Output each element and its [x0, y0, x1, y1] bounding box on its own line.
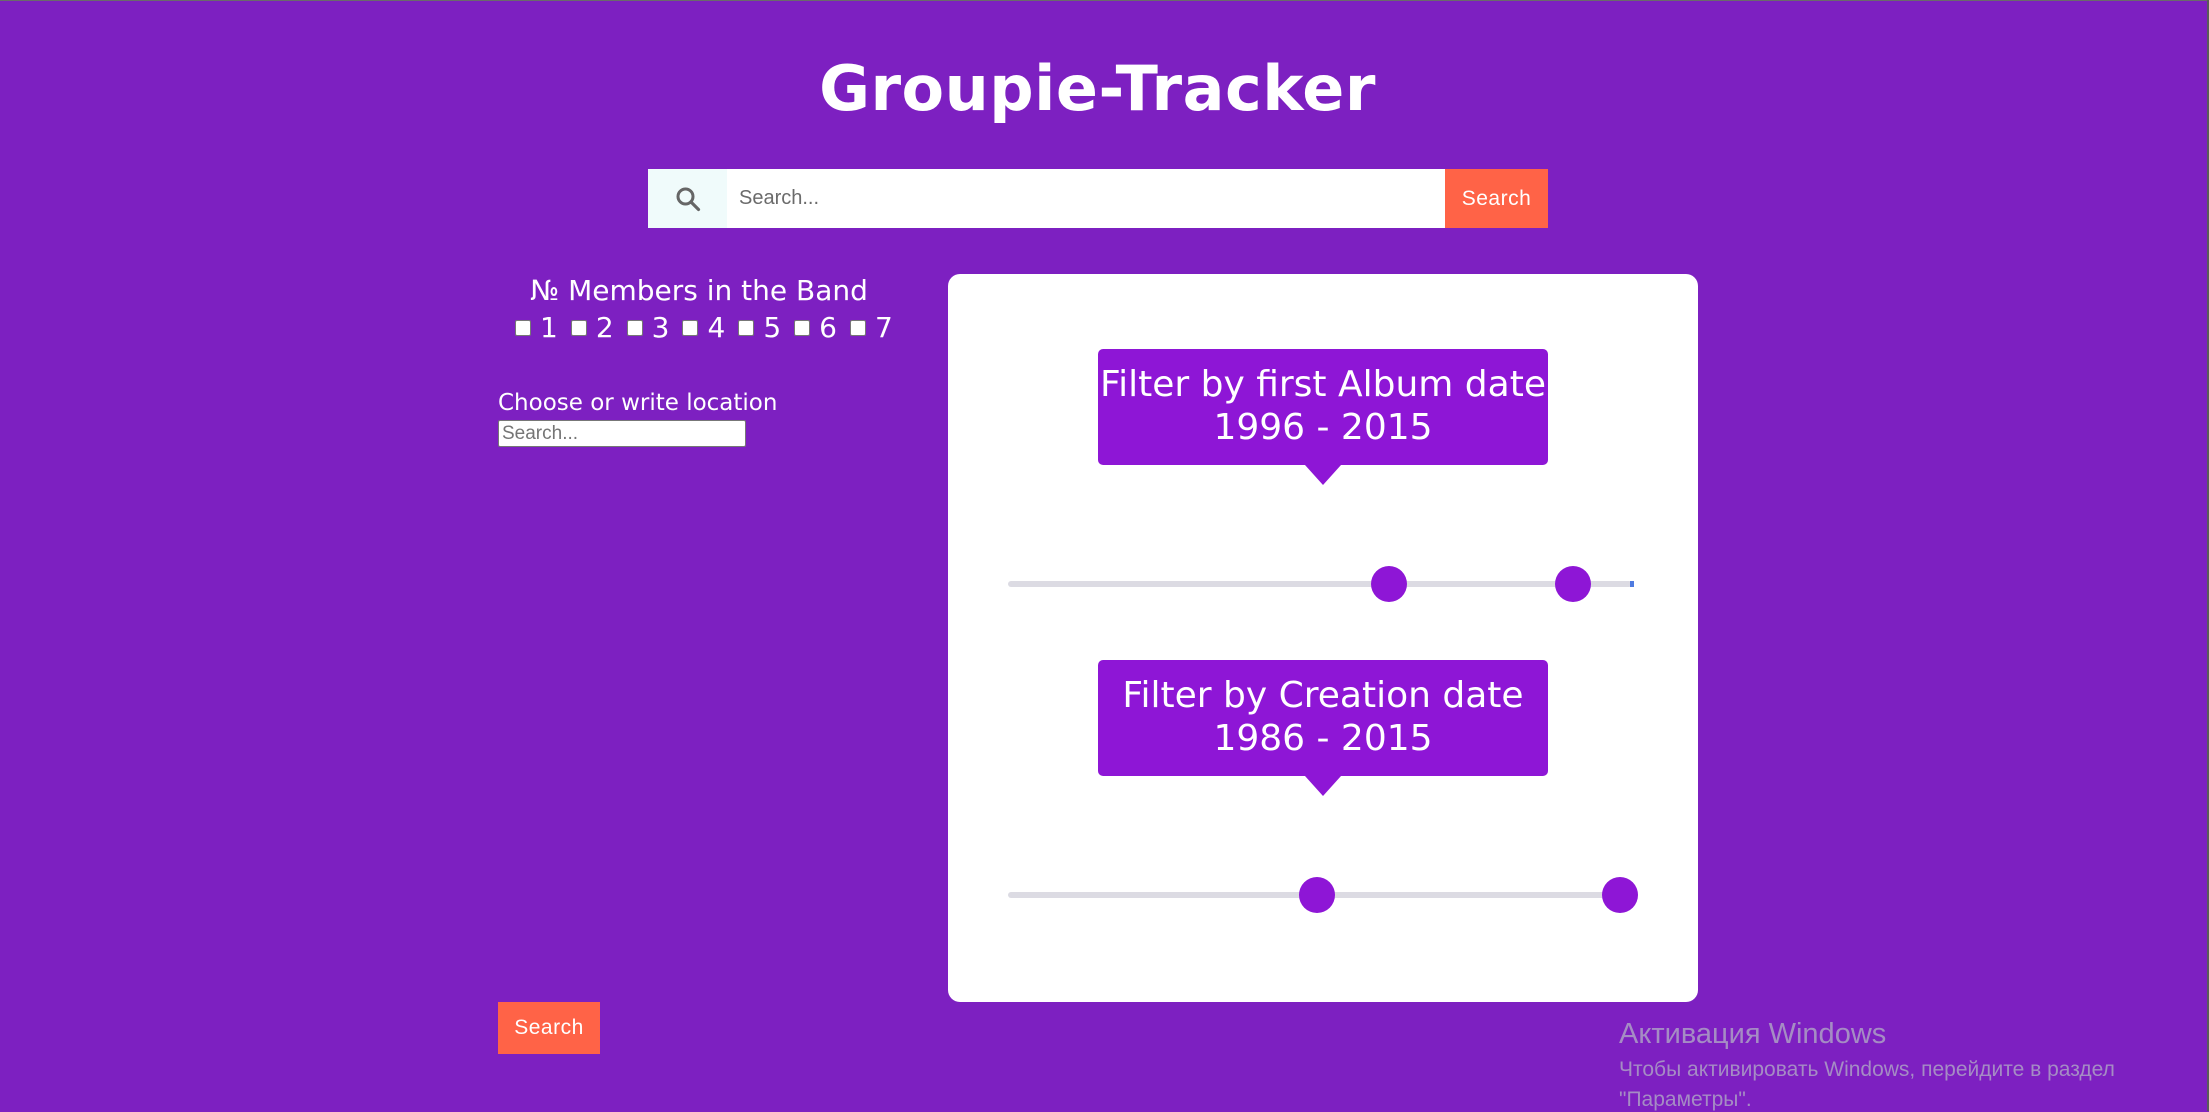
member-option-label: 1: [540, 311, 558, 344]
page-title: Groupie-Tracker: [819, 52, 1376, 125]
album-date-range-value: 1996 - 2015: [1213, 407, 1433, 448]
creation-date-max-handle[interactable]: [1601, 877, 1638, 913]
member-option-4[interactable]: 4: [682, 311, 725, 344]
member-checkbox[interactable]: [738, 319, 755, 336]
window-top-border: [0, 0, 2209, 1]
member-option-2[interactable]: 2: [570, 311, 614, 344]
member-checkbox[interactable]: [849, 319, 866, 336]
member-option-label: 6: [819, 311, 837, 344]
album-date-slider-track[interactable]: [1008, 581, 1632, 587]
location-filter-label: Choose or write location: [498, 390, 778, 416]
filter-search-button[interactable]: Search: [498, 1002, 600, 1054]
creation-date-min-handle[interactable]: [1298, 877, 1335, 913]
members-filter-title: № Members in the Band: [530, 274, 868, 307]
member-checkbox[interactable]: [794, 319, 811, 336]
member-option-5[interactable]: 5: [738, 311, 781, 344]
member-option-label: 3: [651, 311, 670, 344]
member-option-7[interactable]: 7: [849, 311, 893, 344]
album-date-tooltip: Filter by first Album date 1996 - 2015: [1098, 349, 1548, 485]
member-checkbox[interactable]: [570, 319, 587, 336]
search-button[interactable]: Search: [1445, 169, 1548, 228]
member-checkbox[interactable]: [515, 319, 531, 336]
creation-date-slider[interactable]: [1008, 875, 1638, 915]
creation-date-filter-label: Filter by Creation date: [1122, 675, 1524, 716]
date-filters-card: Filter by first Album date 1996 - 2015 F…: [948, 274, 1698, 1002]
member-option-6[interactable]: 6: [794, 311, 837, 344]
creation-date-tooltip: Filter by Creation date 1986 - 2015: [1098, 660, 1548, 796]
member-option-label: 7: [874, 311, 893, 344]
member-checkbox[interactable]: [682, 319, 699, 336]
creation-date-range-value: 1986 - 2015: [1213, 718, 1433, 759]
member-option-label: 2: [595, 311, 614, 344]
windows-activation-title: Активация Windows: [1619, 1018, 1887, 1050]
location-input[interactable]: [498, 420, 746, 447]
member-checkbox[interactable]: [626, 319, 643, 336]
main-search-bar: Search: [648, 169, 1548, 228]
album-date-min-handle[interactable]: [1370, 566, 1407, 602]
search-icon-box[interactable]: [648, 169, 727, 228]
album-date-slider-track-end: [1630, 581, 1634, 587]
search-input[interactable]: [727, 169, 1445, 228]
windows-activation-line-2: "Параметры".: [1619, 1088, 1752, 1111]
album-date-slider[interactable]: [1008, 564, 1634, 604]
member-option-label: 4: [707, 311, 726, 344]
member-option-3[interactable]: 3: [626, 311, 670, 344]
member-option-label: 5: [763, 311, 782, 344]
album-date-max-handle[interactable]: [1554, 566, 1591, 602]
member-option-1[interactable]: 1: [515, 311, 558, 344]
windows-activation-line-1: Чтобы активировать Windows, перейдите в …: [1619, 1058, 2115, 1081]
album-date-filter-label: Filter by first Album date: [1100, 364, 1546, 405]
members-checkbox-group: 1 2 3 4 5 6 7: [515, 311, 906, 344]
search-icon: [676, 187, 700, 211]
